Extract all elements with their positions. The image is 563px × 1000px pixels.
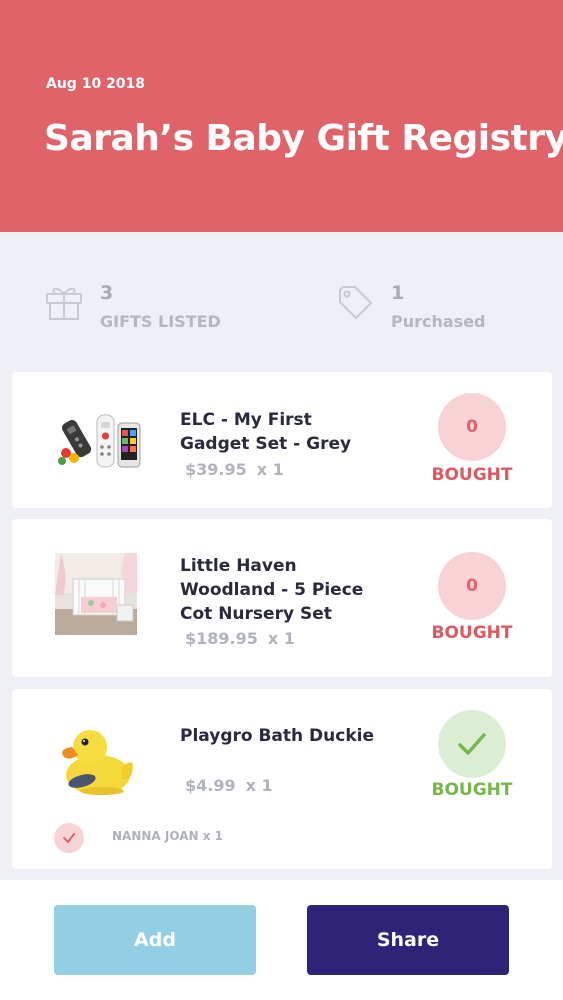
gift-item-price: $189.95 x 1 [185,629,295,648]
purchased-count: 1 [391,282,405,304]
registry-title: Sarah’s Baby Gift Registry [44,118,563,159]
gift-item-card[interactable]: Little Haven Woodland - 5 Piece Cot Nurs… [12,519,552,677]
gift-item-price: $4.99 x 1 [185,776,273,795]
gift-item-card[interactable]: ELC - My First Gadget Set - Grey $39.95 x… [12,372,552,508]
purchaser-check [54,823,84,853]
bought-count-badge[interactable]: 0 [438,552,506,620]
gifts-listed-label: GIFTS LISTED [100,312,221,331]
gift-item-name: Playgro Bath Duckie [180,726,374,746]
share-button[interactable]: Share [307,905,509,975]
purchased-label: Purchased [391,312,486,331]
price-value: $4.99 [185,776,236,795]
gift-item-card[interactable]: Playgro Bath Duckie $4.99 x 1 BOUGHT NANN… [12,689,552,869]
bought-label: BOUGHT [431,780,513,800]
add-button[interactable]: Add [54,905,256,975]
tag-icon [339,286,372,319]
registry-header: Aug 10 2018 Sarah’s Baby Gift Registry [0,0,563,232]
gifts-listed-count: 3 [100,282,114,304]
gift-item-name: Little Haven Woodland - 5 Piece Cot Nurs… [180,556,364,624]
purchaser-name: NANNA JOAN x 1 [112,829,223,843]
quantity: x 1 [256,460,284,479]
nursery-set-image [55,553,137,635]
registry-date: Aug 10 2018 [46,76,146,92]
checkmark-icon [63,833,75,843]
bath-duckie-image [62,730,133,795]
gadget-set-image [58,414,141,468]
footer-bar: Add Share [0,880,563,1000]
price-value: $39.95 [185,460,247,479]
bought-label: BOUGHT [431,623,513,643]
gift-item-price: $39.95 x 1 [185,460,284,479]
quantity: x 1 [267,629,295,648]
bought-check-badge[interactable] [438,710,506,778]
bought-label: BOUGHT [431,465,513,485]
bought-count-badge[interactable]: 0 [438,393,506,461]
gift-item-name: ELC - My First Gadget Set - Grey [180,410,352,454]
quantity: x 1 [245,776,273,795]
registry-stats: 3 GIFTS LISTED 1 Purchased [0,232,563,372]
gift-icon [46,287,82,320]
checkmark-icon [458,733,486,755]
price-value: $189.95 [185,629,258,648]
